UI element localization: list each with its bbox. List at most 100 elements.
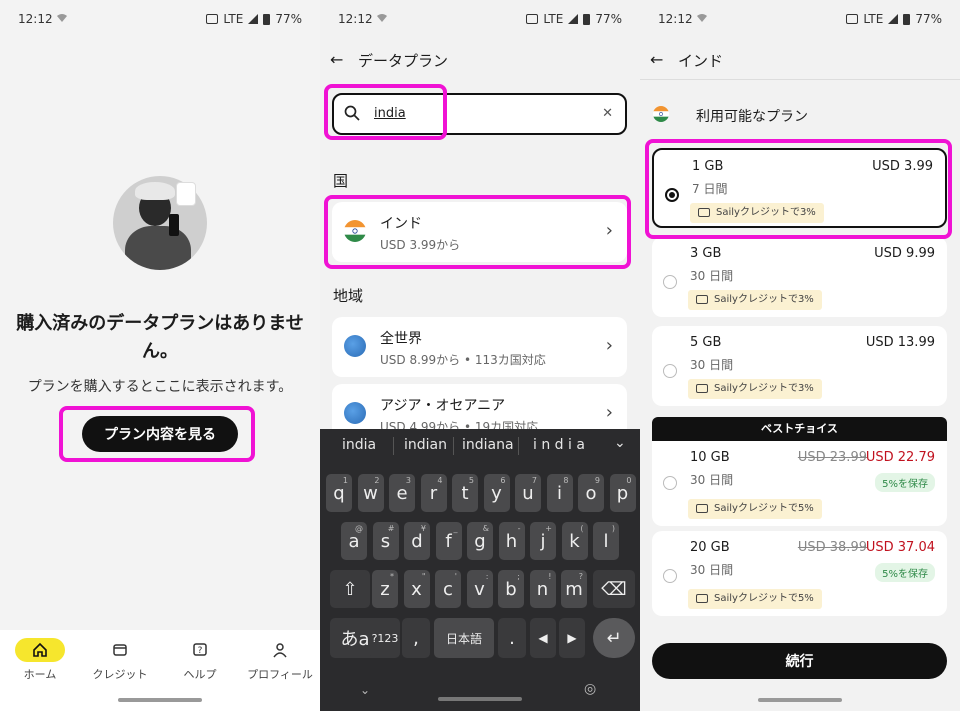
key-m[interactable]: ? m: [561, 570, 587, 608]
wallet-icon: [696, 594, 708, 603]
region-section-title: 地域: [333, 287, 364, 305]
battery-icon: [263, 13, 271, 25]
key-y[interactable]: 6y: [483, 474, 510, 512]
key-f[interactable]: _ f: [435, 522, 462, 560]
key-b[interactable]: ; b: [498, 570, 524, 608]
key-secondary-label: -: [517, 524, 521, 533]
best-choice-banner: ベストチョイス: [652, 417, 947, 441]
nav-label: ホーム: [23, 668, 57, 681]
key-label: w: [363, 482, 378, 504]
key-secondary-label: (: [580, 524, 584, 533]
key-h[interactable]: -h: [498, 522, 525, 560]
key-secondary-label: _: [453, 524, 458, 533]
plan-original-price: USD 38.99: [797, 540, 867, 555]
key-d[interactable]: ¥ d: [404, 522, 430, 560]
key-s[interactable]: # s: [372, 522, 399, 560]
key-label: y: [491, 482, 502, 504]
key-q[interactable]: 1q: [326, 474, 352, 512]
clear-icon[interactable]: ✕: [602, 106, 613, 121]
plan-option[interactable]: 5 GB 30 日間 USD 13.99 Sailyクレジットで3%: [652, 326, 947, 406]
key-u[interactable]: 7u: [515, 474, 541, 512]
key-secondary-label: 3: [405, 476, 411, 485]
key-secondary-label: &: [482, 524, 489, 533]
key-e[interactable]: 3e: [389, 474, 415, 512]
person-icon: [240, 638, 320, 662]
india-flag-icon: [653, 106, 669, 122]
suggestion[interactable]: i n d i a: [533, 437, 585, 453]
nav-credit[interactable]: クレジット: [80, 638, 160, 682]
cursor-left-key[interactable]: ◀: [530, 618, 556, 658]
plan-duration: 30 日間: [690, 358, 734, 372]
key-label: n: [536, 578, 549, 600]
key-v[interactable]: :v: [466, 570, 493, 608]
key-w[interactable]: 2w: [357, 474, 384, 512]
key-p[interactable]: 0p: [609, 474, 636, 512]
period-key[interactable]: .: [498, 618, 526, 658]
back-arrow-icon[interactable]: ←: [330, 50, 343, 69]
plan-option[interactable]: 20 GB 30 日間 USD 38.99 USD 37.04 5%を保存 Sailyクレ…: [652, 531, 947, 616]
keyboard-hide-icon[interactable]: ⌄: [360, 683, 370, 697]
key-label: t: [461, 482, 469, 504]
key-k[interactable]: (k: [561, 522, 588, 560]
plan-option[interactable]: 10 GB 30 日間 USD 23.99 USD 22.79 5%を保存 Sailyクレ…: [652, 441, 947, 526]
key-l[interactable]: ) l: [593, 522, 619, 560]
battery-level: 77%: [915, 12, 942, 26]
key-label: m: [565, 578, 583, 600]
key-i[interactable]: 8i: [546, 474, 573, 512]
radio-button[interactable]: [663, 569, 677, 583]
shift-key[interactable]: ⇧: [330, 570, 370, 608]
page-title: データプラン: [358, 52, 449, 70]
key-secondary-label: 1: [342, 476, 348, 485]
nav-help[interactable]: ? ヘルプ: [160, 638, 240, 682]
phone-bubble-icon: [176, 182, 196, 206]
radio-button[interactable]: [663, 476, 677, 490]
key-label: c: [443, 578, 453, 600]
key-j[interactable]: + j: [530, 522, 556, 560]
suggestion[interactable]: indiana: [462, 437, 514, 453]
language-key[interactable]: 日本語: [434, 618, 494, 658]
key-label: q: [333, 482, 345, 504]
key-a[interactable]: @ a: [341, 522, 367, 560]
chevron-down-icon[interactable]: ⌄: [614, 435, 626, 451]
continue-button[interactable]: 続行: [652, 643, 947, 679]
radio-button[interactable]: [663, 275, 677, 289]
comma-key[interactable]: ,: [402, 618, 430, 658]
radio-button[interactable]: [663, 364, 677, 378]
key-t[interactable]: 5t: [452, 474, 478, 512]
wifi-icon: [697, 14, 707, 22]
back-arrow-icon[interactable]: ←: [650, 50, 663, 69]
view-plans-button[interactable]: プラン内容を見る: [82, 416, 238, 452]
nav-home[interactable]: ホーム: [0, 638, 80, 682]
cursor-right-key[interactable]: ▶: [559, 618, 585, 658]
signal-icon: [568, 14, 579, 24]
plan-data-amount: 10 GB: [690, 450, 730, 465]
key-secondary-label: 7: [531, 476, 537, 485]
empty-state-title: 購入済みのデータプランはありません。: [16, 313, 304, 362]
enter-key[interactable]: ↵: [593, 618, 635, 658]
key-c[interactable]: ' c: [435, 570, 461, 608]
key-r[interactable]: 4r: [420, 474, 447, 512]
key-o[interactable]: 9o: [578, 474, 604, 512]
suggestion[interactable]: indian: [404, 437, 447, 453]
data-plans-search-screen: 12:12 LTE 77% ← データプラン india ✕ 国 インド USD…: [320, 0, 640, 711]
chevron-right-icon: ›: [605, 335, 613, 356]
globe-language-icon[interactable]: ◎: [584, 681, 596, 697]
key-x[interactable]: " x: [403, 570, 430, 608]
nav-label: ヘルプ: [183, 668, 217, 681]
suggestion[interactable]: india: [342, 437, 376, 453]
nav-profile[interactable]: プロフィール: [240, 638, 320, 682]
key-g[interactable]: & g: [467, 522, 493, 560]
country-section-title: 国: [333, 172, 349, 190]
region-item-global[interactable]: 全世界 USD 8.99から • 113カ国対応 ›: [332, 317, 627, 377]
numbers-key[interactable]: ?123: [370, 618, 400, 658]
key-label: l: [603, 530, 609, 552]
credit-badge: Sailyクレジットで5%: [688, 499, 822, 519]
key-z[interactable]: * z: [372, 570, 398, 608]
plan-option[interactable]: 3 GB 30 日間 USD 9.99 Sailyクレジットで3%: [652, 237, 947, 317]
status-time: 12:12: [338, 12, 373, 26]
empty-state-subtitle: プランを購入するとここに表示されます。: [27, 379, 293, 395]
backspace-key[interactable]: ⌫: [593, 570, 635, 608]
battery-level: 77%: [595, 12, 622, 26]
help-icon: ?: [160, 638, 240, 662]
key-n[interactable]: ! n: [529, 570, 556, 608]
